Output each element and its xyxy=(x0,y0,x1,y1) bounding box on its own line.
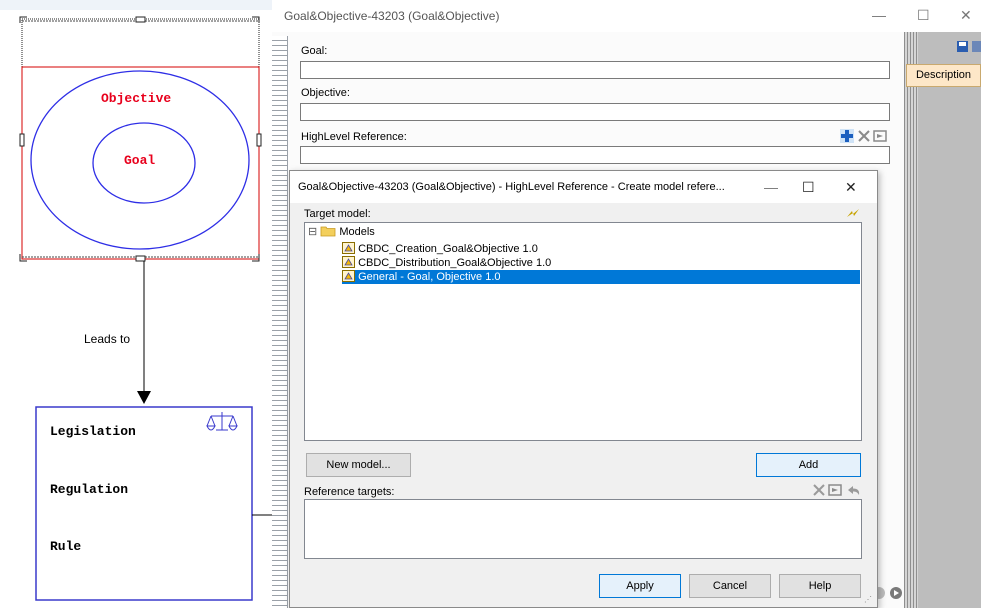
reference-targets-label: Reference targets: xyxy=(304,486,395,498)
corner-handle xyxy=(19,16,27,23)
target-model-label: Target model: xyxy=(304,208,371,220)
minimize-icon[interactable]: — xyxy=(872,7,886,23)
lightning-icon[interactable] xyxy=(845,207,861,219)
target-model-tree[interactable]: ⊟ Models CBDC_Creation_Goal&Objective 1.… xyxy=(304,222,862,441)
tree-item-label: CBDC_Distribution_Goal&Objective 1.0 xyxy=(358,257,552,269)
tree-item-selected[interactable]: General - Goal, Objective 1.0 xyxy=(342,270,860,284)
tree-root[interactable]: ⊟ Models xyxy=(308,225,375,239)
leads-to-label: Leads to xyxy=(84,332,131,346)
main-titlebar[interactable]: Goal&Objective-43203 (Goal&Objective) — … xyxy=(272,0,981,32)
resize-handle-left xyxy=(19,133,25,147)
reference-targets-list[interactable] xyxy=(304,499,862,559)
highlevel-reference-field[interactable] xyxy=(300,146,890,164)
collapse-icon[interactable]: ⊟ xyxy=(308,226,317,238)
main-window-title: Goal&Objective-43203 (Goal&Objective) xyxy=(284,9,500,23)
model-icon xyxy=(342,256,355,268)
resize-handle-bottom xyxy=(135,255,146,262)
undo-icon xyxy=(848,486,860,495)
goto-target-icon xyxy=(828,484,842,496)
dialog-close-icon[interactable]: ✕ xyxy=(845,179,857,196)
tree-item[interactable]: CBDC_Creation_Goal&Objective 1.0 xyxy=(342,242,538,256)
model-icon xyxy=(342,270,355,282)
tree-item[interactable]: CBDC_Distribution_Goal&Objective 1.0 xyxy=(342,256,551,270)
reference-toolbar xyxy=(840,129,887,143)
dialog-maximize-icon[interactable]: ☐ xyxy=(802,179,815,196)
description-tab-label: Description xyxy=(915,69,972,81)
model-icon xyxy=(342,242,355,254)
resize-handle-right xyxy=(256,133,262,147)
apply-button[interactable]: Apply xyxy=(599,574,681,598)
save-icon[interactable] xyxy=(956,40,981,54)
highlevel-reference-label: HighLevel Reference: xyxy=(301,131,407,143)
description-tab[interactable]: Description xyxy=(906,64,981,87)
objective-field[interactable] xyxy=(300,103,890,121)
dialog-titlebar[interactable]: Goal&Objective-43203 (Goal&Objective) - … xyxy=(290,171,877,203)
goto-icon xyxy=(873,130,887,142)
goal-label: Goal xyxy=(124,153,156,168)
arrow-head xyxy=(137,391,151,404)
folder-icon xyxy=(320,226,336,237)
selection-frame xyxy=(21,18,260,260)
create-model-reference-dialog: Goal&Objective-43203 (Goal&Objective) - … xyxy=(289,170,878,608)
objective-field-label: Objective: xyxy=(301,87,350,99)
delete-icon xyxy=(858,130,870,142)
resize-handle-top xyxy=(135,16,146,23)
dialog-title: Goal&Objective-43203 (Goal&Objective) - … xyxy=(298,181,725,193)
help-button[interactable]: Help xyxy=(779,574,861,598)
rule-label: Rule xyxy=(50,539,82,554)
resize-grip-icon[interactable]: ⋰ xyxy=(864,595,872,604)
maximize-icon[interactable]: ☐ xyxy=(917,7,930,24)
spiral-binding xyxy=(272,36,288,608)
tree-item-label: CBDC_Creation_Goal&Objective 1.0 xyxy=(358,243,538,255)
objective-label: Objective xyxy=(101,91,172,106)
goal-field-label: Goal: xyxy=(301,45,328,57)
reference-targets-toolbar xyxy=(813,484,860,496)
dialog-minimize-icon[interactable]: — xyxy=(764,179,778,195)
tree-root-label: Models xyxy=(339,226,375,238)
regulation-label: Regulation xyxy=(50,482,129,497)
corner-handle xyxy=(252,16,260,23)
add-button[interactable]: Add xyxy=(756,453,861,477)
new-model-button[interactable]: New model... xyxy=(306,453,411,477)
cancel-button[interactable]: Cancel xyxy=(689,574,771,598)
remove-icon xyxy=(813,484,825,496)
close-icon[interactable]: ✕ xyxy=(960,7,972,24)
tree-item-label: General - Goal, Objective 1.0 xyxy=(358,271,501,283)
right-panel-border xyxy=(904,32,918,608)
legislation-label: Legislation xyxy=(50,424,136,439)
goal-field[interactable] xyxy=(300,61,890,79)
add-icon xyxy=(840,129,854,143)
